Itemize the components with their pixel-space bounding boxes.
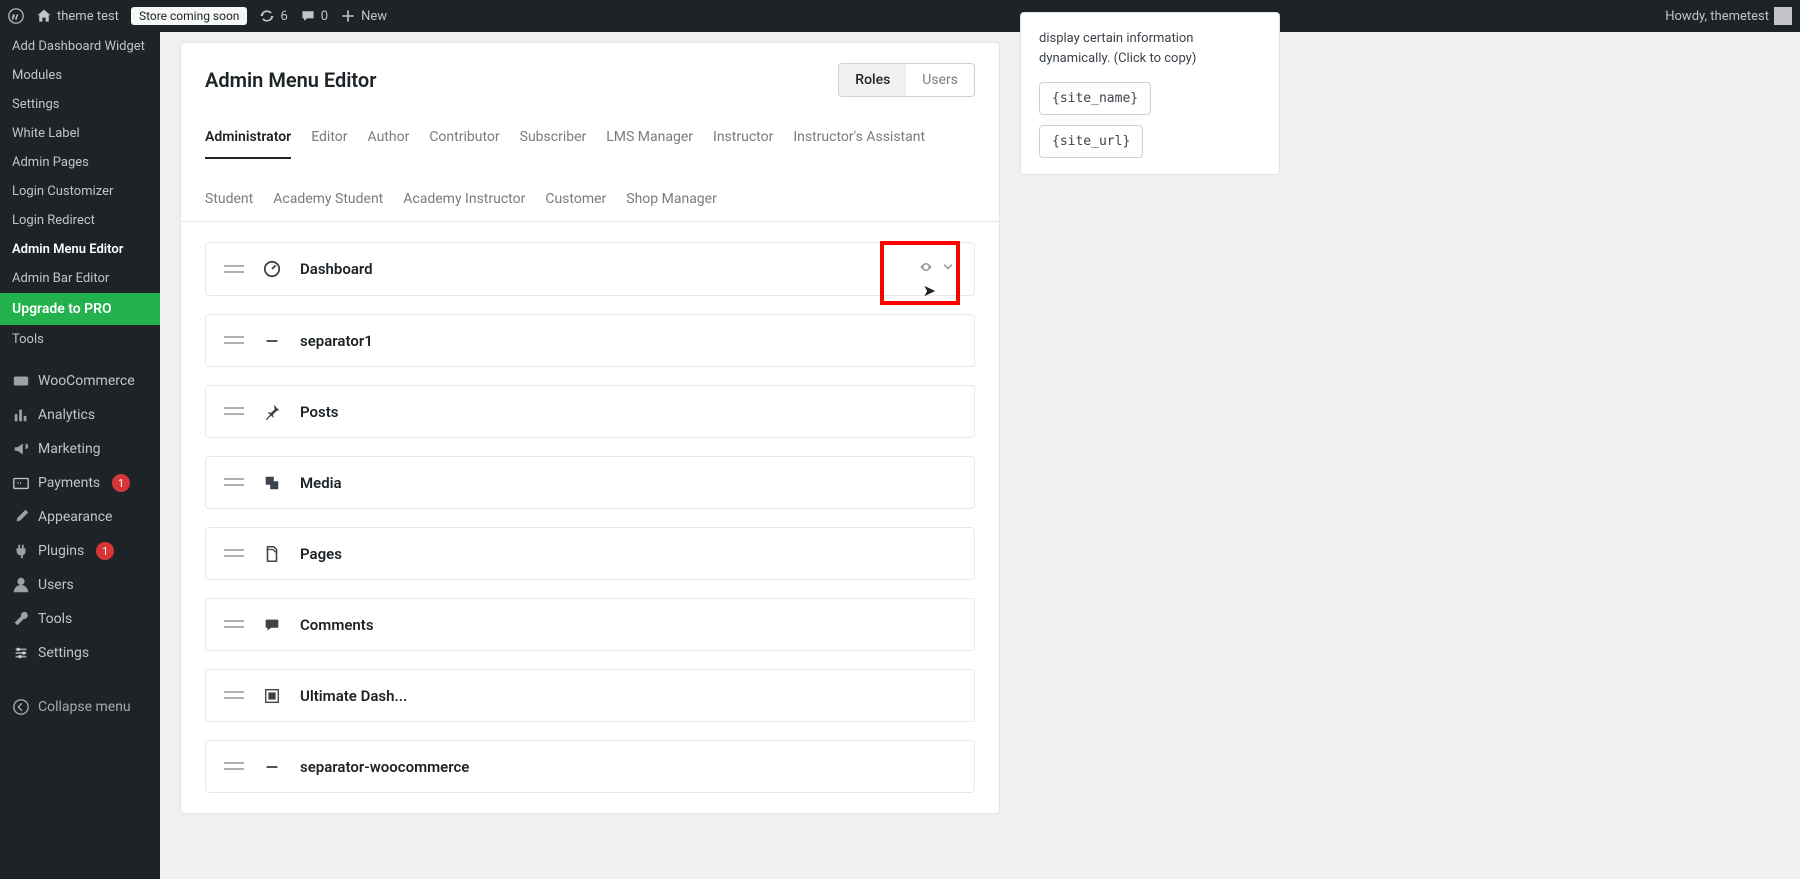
- expand-icon[interactable]: [940, 259, 956, 279]
- side-panel-desc: display certain information dynamically.…: [1039, 29, 1261, 68]
- menu-row[interactable]: Dashboard➤: [205, 242, 975, 296]
- drag-handle-icon[interactable]: [224, 331, 244, 350]
- updates-link[interactable]: 6: [259, 8, 287, 24]
- menu-item-list: Dashboard➤separator1PostsMediaPagesComme…: [181, 222, 999, 813]
- side-panel: display certain information dynamically.…: [1020, 12, 1280, 175]
- sidebar-sub-item[interactable]: Admin Pages: [0, 148, 160, 177]
- cursor-icon: ➤: [923, 281, 936, 300]
- sidebar-item[interactable]: Analytics: [0, 398, 160, 432]
- role-tab[interactable]: Instructor's Assistant: [793, 117, 925, 159]
- menu-item-label: Media: [300, 474, 956, 492]
- menu-item-label: Ultimate Dash...: [300, 687, 956, 705]
- roles-users-toggle: Roles Users: [838, 63, 975, 97]
- sidebar-upgrade-pro[interactable]: Upgrade to PRO: [0, 293, 160, 325]
- menu-item-icon: [262, 545, 282, 563]
- role-tab[interactable]: Subscriber: [520, 117, 587, 159]
- menu-item-label: Comments: [300, 616, 956, 634]
- sidebar-item[interactable]: Settings: [0, 636, 160, 670]
- menu-item-icon: [262, 758, 282, 776]
- menu-item-icon: [262, 687, 282, 705]
- menu-row[interactable]: Comments: [205, 598, 975, 651]
- role-tab[interactable]: Author: [368, 117, 410, 159]
- admin-sidebar: Add Dashboard WidgetModulesSettingsWhite…: [0, 32, 160, 879]
- menu-row[interactable]: Posts: [205, 385, 975, 438]
- new-content-link[interactable]: New: [340, 8, 387, 24]
- users-toggle[interactable]: Users: [906, 64, 974, 96]
- menu-item-label: separator-woocommerce: [300, 758, 956, 776]
- sidebar-item[interactable]: Appearance: [0, 500, 160, 534]
- roles-toggle[interactable]: Roles: [839, 64, 906, 96]
- drag-handle-icon[interactable]: [224, 757, 244, 776]
- sidebar-item[interactable]: Marketing: [0, 432, 160, 466]
- role-tab[interactable]: Academy Instructor: [403, 179, 525, 221]
- sidebar-sub-item[interactable]: Add Dashboard Widget: [0, 32, 160, 61]
- sidebar-sub-item[interactable]: Admin Bar Editor: [0, 264, 160, 293]
- page-title: Admin Menu Editor: [205, 68, 376, 92]
- role-tab[interactable]: LMS Manager: [606, 117, 693, 159]
- sidebar-sub-item[interactable]: Login Customizer: [0, 177, 160, 206]
- sidebar-sub-item[interactable]: Login Redirect: [0, 206, 160, 235]
- role-tab[interactable]: Contributor: [429, 117, 499, 159]
- sidebar-sub-item[interactable]: White Label: [0, 119, 160, 148]
- sidebar-sub-item[interactable]: Modules: [0, 61, 160, 90]
- sidebar-item[interactable]: Payments1: [0, 466, 160, 500]
- admin-bar: theme test Store coming soon 6 0 New How…: [0, 0, 1800, 32]
- drag-handle-icon[interactable]: [224, 544, 244, 563]
- collapse-menu[interactable]: Collapse menu: [0, 690, 160, 724]
- main-panel: Admin Menu Editor Roles Users Administra…: [180, 42, 1000, 814]
- role-tab[interactable]: Student: [205, 179, 253, 221]
- role-tab[interactable]: Administrator: [205, 117, 291, 159]
- role-tab[interactable]: Instructor: [713, 117, 773, 159]
- role-tabs: Administrator Editor Author Contributor Subs…: [181, 117, 999, 222]
- menu-item-label: Dashboard: [300, 260, 900, 278]
- drag-handle-icon[interactable]: [224, 686, 244, 705]
- site-home[interactable]: theme test: [36, 8, 119, 24]
- sidebar-item[interactable]: Tools: [0, 602, 160, 636]
- avatar: [1774, 7, 1792, 25]
- menu-row[interactable]: Pages: [205, 527, 975, 580]
- howdy-user[interactable]: Howdy, themetest: [1665, 7, 1792, 25]
- drag-handle-icon[interactable]: [224, 473, 244, 492]
- wp-logo[interactable]: [8, 8, 24, 24]
- menu-item-icon: [262, 332, 282, 350]
- menu-row[interactable]: Media: [205, 456, 975, 509]
- visibility-icon[interactable]: [918, 259, 934, 279]
- menu-item-icon: [262, 474, 282, 492]
- role-tab[interactable]: Academy Student: [273, 179, 383, 221]
- menu-item-label: separator1: [300, 332, 956, 350]
- menu-item-icon: [262, 616, 282, 634]
- drag-handle-icon[interactable]: [224, 402, 244, 421]
- drag-handle-icon[interactable]: [224, 615, 244, 634]
- role-tab[interactable]: Customer: [545, 179, 606, 221]
- menu-item-label: Posts: [300, 403, 956, 421]
- code-snippet-button[interactable]: {site_url}: [1039, 125, 1143, 158]
- drag-handle-icon[interactable]: [224, 260, 244, 279]
- menu-row[interactable]: separator-woocommerce: [205, 740, 975, 793]
- sidebar-sub-item[interactable]: Admin Menu Editor: [0, 235, 160, 264]
- menu-row[interactable]: Ultimate Dash...: [205, 669, 975, 722]
- store-status-pill[interactable]: Store coming soon: [131, 7, 248, 25]
- menu-item-icon: [262, 403, 282, 421]
- menu-item-icon: [262, 260, 282, 278]
- sidebar-item[interactable]: WooCommerce: [0, 364, 160, 398]
- menu-item-label: Pages: [300, 545, 956, 563]
- sidebar-item[interactable]: Users: [0, 568, 160, 602]
- role-tab[interactable]: Shop Manager: [626, 179, 717, 221]
- comments-link[interactable]: 0: [300, 8, 328, 24]
- role-tab[interactable]: Editor: [311, 117, 347, 159]
- sidebar-item[interactable]: Plugins1: [0, 534, 160, 568]
- sidebar-sub-item[interactable]: Settings: [0, 90, 160, 119]
- menu-row[interactable]: separator1: [205, 314, 975, 367]
- code-snippet-button[interactable]: {site_name}: [1039, 82, 1151, 115]
- sidebar-sub-tools[interactable]: Tools: [0, 325, 160, 354]
